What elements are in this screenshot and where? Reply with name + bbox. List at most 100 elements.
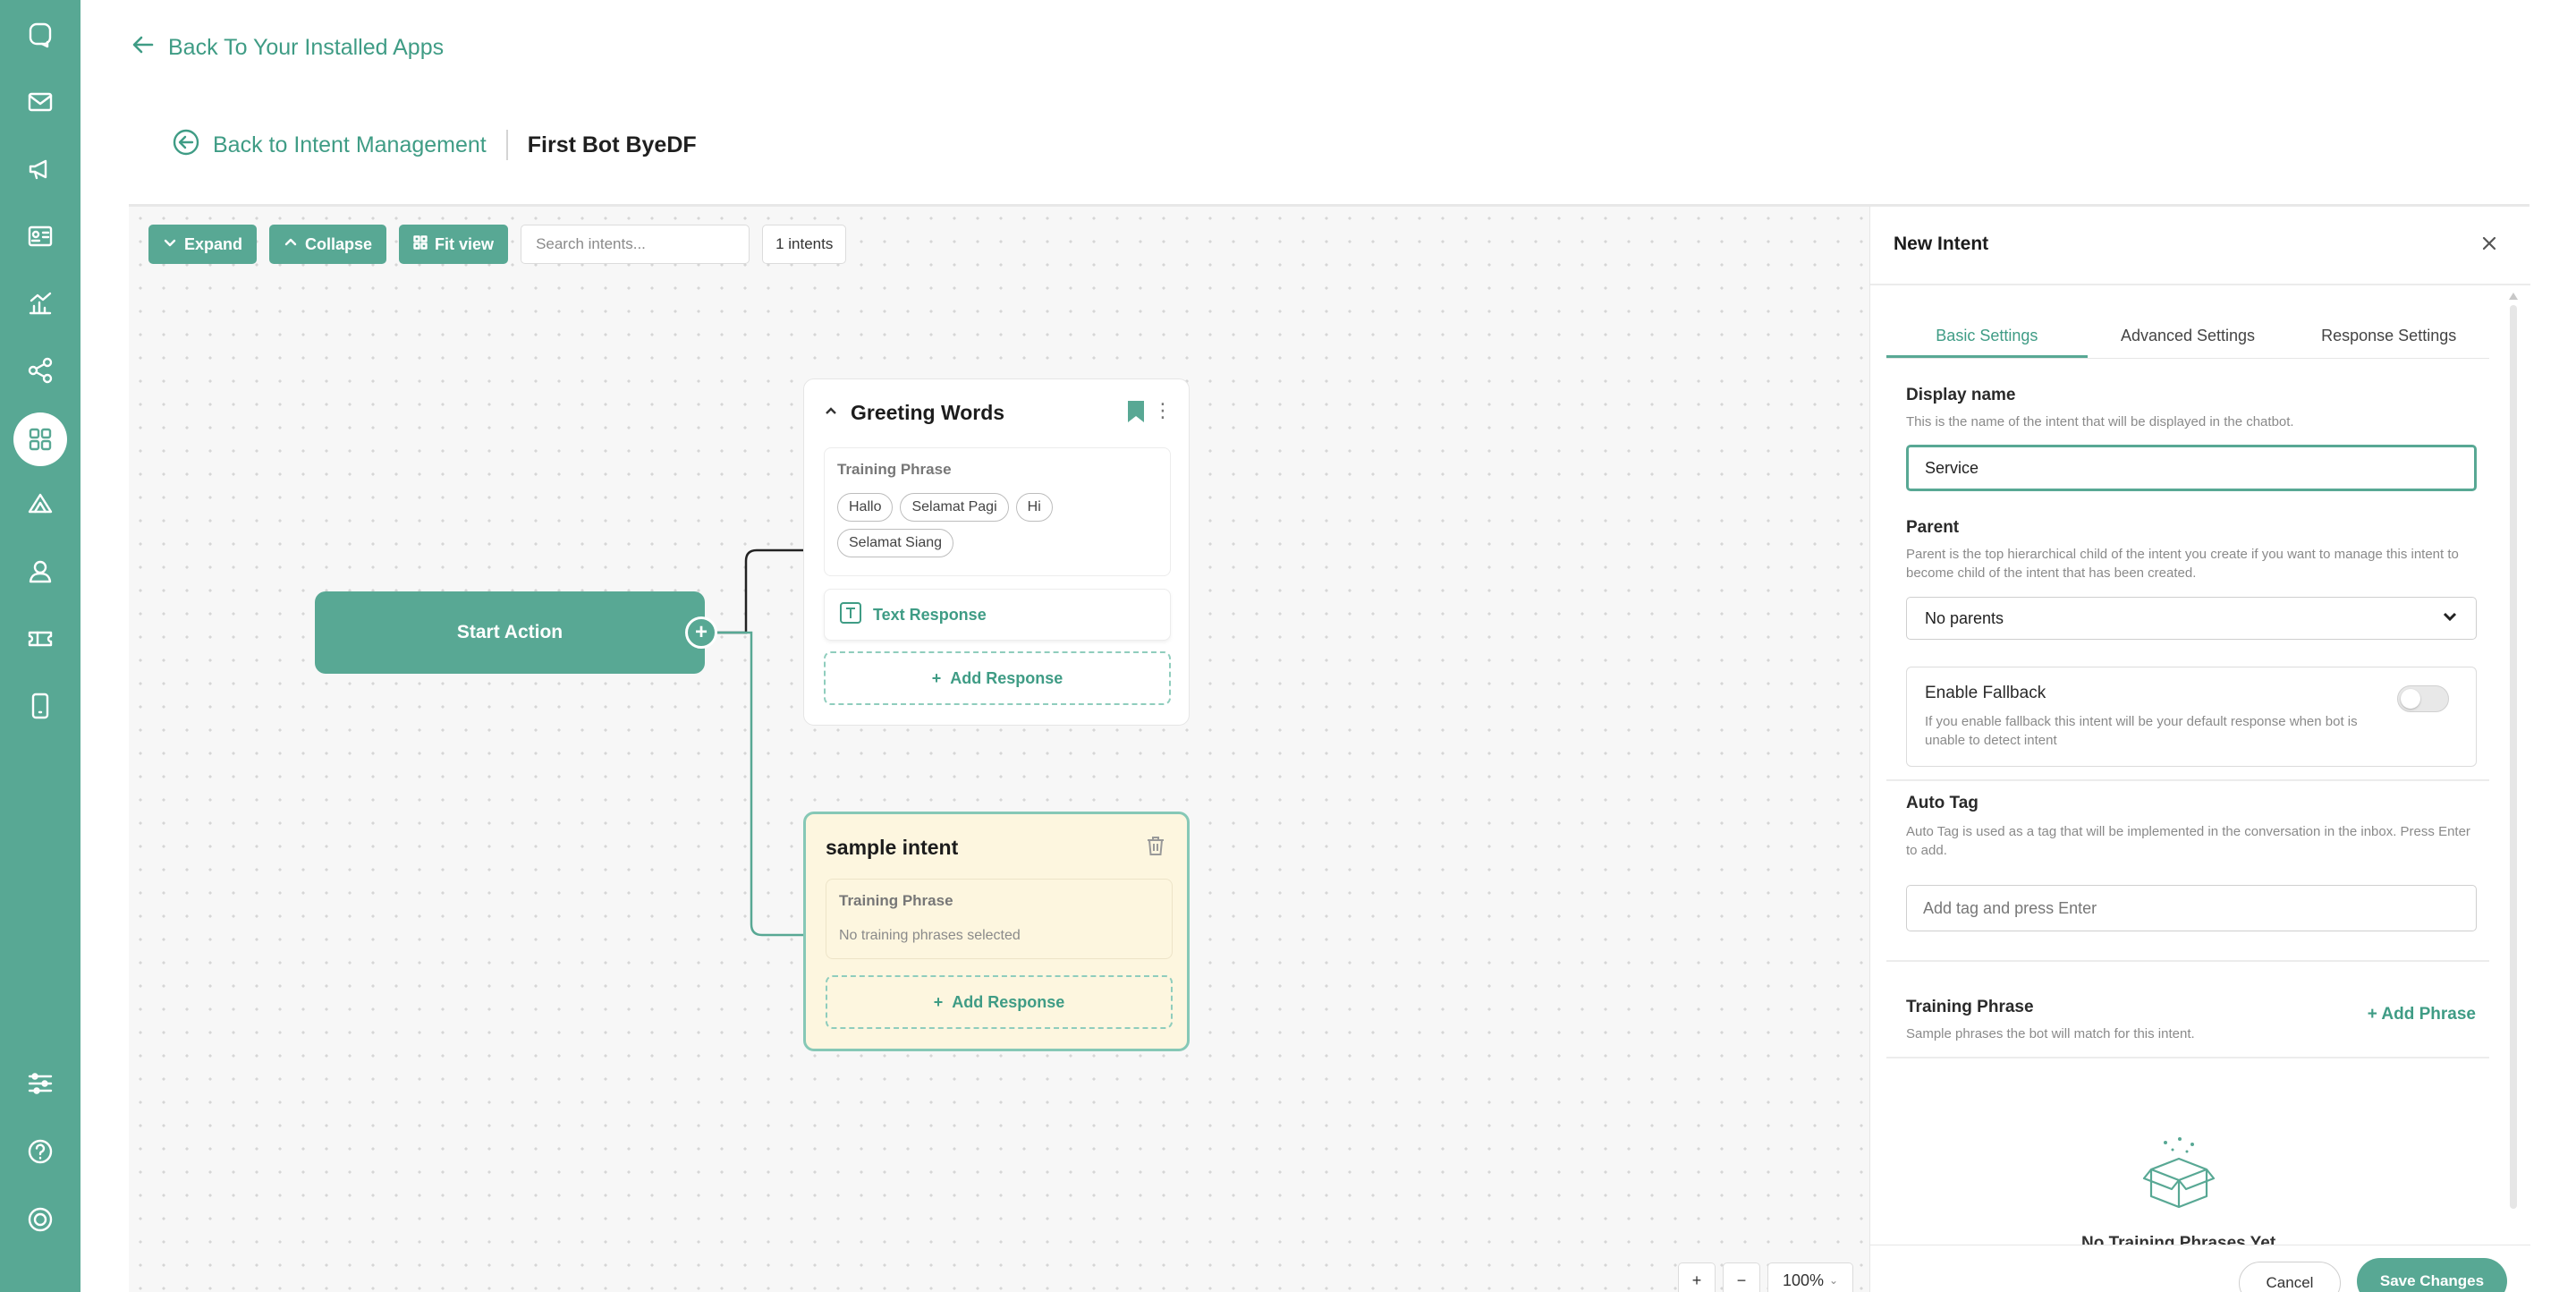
intent-title: Greeting Words	[851, 401, 1005, 424]
tab-response-settings[interactable]: Response Settings	[2288, 319, 2489, 358]
chevron-up-icon[interactable]	[824, 404, 838, 422]
training-phrase-label: Training Phrase	[837, 461, 952, 478]
enable-fallback-label: Enable Fallback	[1925, 684, 2046, 702]
start-action-node[interactable]: Start Action	[315, 591, 705, 674]
no-training-phrases-text: No training phrases selected	[839, 928, 1021, 943]
back-to-installed-apps-label: Back To Your Installed Apps	[168, 35, 445, 60]
circle-arrow-left-icon	[172, 128, 200, 163]
user-icon[interactable]	[20, 551, 61, 592]
back-to-intent-management-link[interactable]: Back to Intent Management	[172, 128, 487, 163]
training-phrase-box: Training Phrase Hallo Selamat Pagi Hi Se…	[824, 447, 1171, 576]
empty-box-icon	[2142, 1137, 2216, 1209]
card-header: sample intent	[826, 836, 958, 860]
section-divider	[1886, 779, 2489, 781]
text-type-icon	[839, 601, 862, 629]
help-icon[interactable]	[20, 1131, 61, 1172]
contact-card-icon[interactable]	[20, 216, 61, 257]
enable-fallback-toggle[interactable]	[2397, 685, 2449, 712]
text-response-label: Text Response	[873, 605, 987, 624]
new-intent-panel: New Intent Basic Settings Advanced Setti…	[1869, 204, 2530, 1292]
add-node-plus-button[interactable]: +	[685, 616, 717, 649]
training-phrase-label: Training Phrase	[1906, 998, 2034, 1016]
chat-icon[interactable]	[20, 14, 61, 55]
display-name-label: Display name	[1906, 386, 2016, 404]
sidebar	[0, 0, 80, 1292]
auto-tag-help: Auto Tag is used as a tag that will be i…	[1906, 824, 2470, 858]
plus-icon: +	[931, 668, 942, 687]
toggle-knob	[2401, 689, 2420, 709]
zoom-in-button[interactable]: +	[1678, 1262, 1716, 1292]
auto-tag-input[interactable]	[1906, 885, 2477, 931]
display-name-help: This is the name of the intent that will…	[1906, 414, 2294, 429]
phrase-chip[interactable]: Hallo	[837, 493, 894, 522]
phrase-chip[interactable]: Selamat Pagi	[900, 493, 1009, 522]
settings-tabs: Basic Settings Advanced Settings Respons…	[1886, 319, 2489, 359]
training-phrase-help: Sample phrases the bot will match for th…	[1906, 1026, 2195, 1041]
scroll-up-icon[interactable]	[2509, 293, 2518, 300]
intent-title: sample intent	[826, 836, 959, 859]
intent-card-sample-intent[interactable]: sample intent Training Phrase No trainin…	[803, 812, 1190, 1051]
display-name-input[interactable]	[1906, 445, 2477, 491]
text-response-item[interactable]: Text Response	[824, 589, 1171, 641]
save-changes-button[interactable]: Save Changes	[2357, 1258, 2507, 1292]
arrow-left-icon	[131, 32, 156, 64]
ticket-icon[interactable]	[20, 618, 61, 659]
card-header: Greeting Words	[824, 401, 1004, 425]
header-divider	[505, 130, 508, 160]
flow-connectors	[716, 548, 803, 937]
parent-label: Parent	[1906, 518, 1960, 537]
plus-icon: +	[933, 992, 944, 1011]
bookmark-icon[interactable]	[1126, 399, 1146, 424]
zoom-out-button[interactable]: −	[1723, 1262, 1760, 1292]
fallback-section: Enable Fallback If you enable fallback t…	[1906, 667, 2477, 767]
enable-fallback-help: If you enable fallback this intent will …	[1925, 714, 2358, 748]
intent-card-greeting-words[interactable]: Greeting Words ⋮ Training Phrase Hallo S…	[803, 378, 1190, 726]
chevron-down-icon: ⌄	[1828, 1274, 1839, 1287]
add-response-button[interactable]: + Add Response	[826, 975, 1173, 1029]
cancel-button[interactable]: Cancel	[2239, 1262, 2341, 1292]
parent-select[interactable]: No parents	[1906, 597, 2477, 640]
apps-grid-icon[interactable]	[13, 412, 67, 466]
add-phrase-button[interactable]: + Add Phrase	[2368, 1005, 2476, 1024]
training-phrase-chips: Hallo Selamat Pagi Hi Selamat Siang	[837, 493, 1159, 557]
flow-canvas[interactable]: Expand Collapse Fit view 1 intents Start…	[129, 204, 1869, 1292]
phrase-chip[interactable]: Hi	[1015, 493, 1053, 522]
phrase-chip[interactable]: Selamat Siang	[837, 529, 954, 557]
tab-advanced-settings[interactable]: Advanced Settings	[2088, 319, 2289, 358]
panel-title: New Intent	[1894, 234, 1989, 254]
settings-sliders-icon[interactable]	[20, 1063, 61, 1104]
zoom-level-select[interactable]: 100% ⌄	[1767, 1262, 1853, 1292]
omnichannel-icon[interactable]	[20, 484, 61, 525]
panel-scrollbar[interactable]	[2509, 293, 2518, 1223]
add-response-label: Add Response	[950, 668, 1063, 687]
scrollbar-thumb[interactable]	[2510, 305, 2517, 1209]
add-response-label: Add Response	[952, 992, 1065, 1011]
parent-help: Parent is the top hierarchical child of …	[1906, 547, 2459, 581]
panel-divider	[1870, 284, 2530, 285]
zoom-level-value: 100%	[1782, 1271, 1824, 1289]
auto-tag-label: Auto Tag	[1906, 794, 1979, 812]
back-to-intent-management-label: Back to Intent Management	[213, 132, 487, 157]
mail-icon[interactable]	[20, 81, 61, 123]
megaphone-icon[interactable]	[20, 149, 61, 190]
app-root: Back To Your Installed Apps Back to Inte…	[0, 0, 2576, 1292]
close-icon[interactable]	[2479, 234, 2501, 255]
chevron-down-icon	[2442, 608, 2458, 629]
back-to-installed-apps-link[interactable]: Back To Your Installed Apps	[131, 32, 444, 64]
add-response-button[interactable]: + Add Response	[824, 651, 1171, 705]
trash-icon[interactable]	[1144, 834, 1167, 857]
power-icon[interactable]	[20, 1199, 61, 1240]
section-divider	[1886, 1057, 2489, 1058]
more-options-icon[interactable]: ⋮	[1153, 401, 1173, 421]
breadcrumb: Back to Intent Management First Bot ByeD…	[172, 129, 697, 161]
tab-basic-settings[interactable]: Basic Settings	[1886, 319, 2088, 358]
training-phrase-label: Training Phrase	[839, 892, 953, 909]
share-flow-icon[interactable]	[20, 350, 61, 391]
training-phrase-box: Training Phrase No training phrases sele…	[826, 879, 1173, 959]
bot-name-title: First Bot ByeDF	[527, 132, 697, 157]
analytics-icon[interactable]	[20, 283, 61, 324]
mobile-icon[interactable]	[20, 685, 61, 727]
parent-select-value: No parents	[1925, 608, 2004, 627]
panel-footer: Cancel Save Changes	[1870, 1245, 2530, 1292]
section-divider	[1886, 960, 2489, 962]
